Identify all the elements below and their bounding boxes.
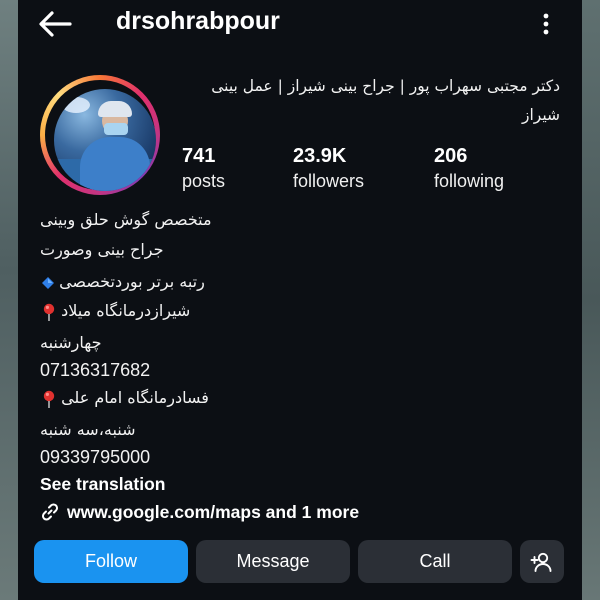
background-left bbox=[0, 0, 18, 600]
bio-phone-2[interactable]: 09339795000 bbox=[40, 447, 150, 468]
posts-label: posts bbox=[182, 171, 226, 191]
following-count: 206 bbox=[434, 145, 468, 167]
add-user-icon bbox=[530, 552, 552, 572]
profile-name-line-1: دکتر مجتبی سهراب پور | جراح بینی شیراز |… bbox=[211, 77, 560, 95]
bio-line: چهارشنبه bbox=[40, 333, 102, 352]
bio-line: فسادرمانگاه امام علی bbox=[61, 388, 209, 407]
followers-label: followers bbox=[293, 171, 365, 191]
link-icon bbox=[41, 503, 59, 521]
bio-line: متخصص گوش حلق وبینی bbox=[40, 210, 212, 229]
background-right bbox=[582, 0, 600, 600]
bio-line: شیرازدرمانگاه میلاد bbox=[61, 301, 191, 320]
followers-count: 23.9K bbox=[293, 145, 347, 167]
pin-icon bbox=[43, 390, 55, 408]
back-arrow-icon[interactable] bbox=[38, 10, 72, 38]
stat-posts[interactable]: 741 posts bbox=[182, 145, 225, 192]
avatar bbox=[54, 89, 156, 191]
bio-phone-1[interactable]: 07136317682 bbox=[40, 360, 150, 381]
bio-line: شنبه،سه شنبه bbox=[40, 420, 136, 439]
username: drsohrabpour bbox=[116, 7, 280, 35]
bio-line: جراح بینی وصورت bbox=[40, 240, 164, 259]
message-button[interactable]: Message bbox=[196, 540, 350, 583]
top-bar: drsohrabpour bbox=[18, 0, 582, 48]
pin-icon bbox=[43, 303, 55, 321]
following-label: following bbox=[434, 171, 505, 191]
bio-link-text: www.google.com/maps and 1 more bbox=[67, 501, 360, 522]
stat-followers[interactable]: 23.9K followers bbox=[293, 145, 364, 192]
diamond-icon bbox=[42, 276, 54, 289]
posts-count: 741 bbox=[182, 145, 216, 167]
bio-line: رتبه برتر بوردتخصصی bbox=[59, 272, 205, 291]
add-user-button[interactable] bbox=[520, 540, 564, 583]
follow-button[interactable]: Follow bbox=[34, 540, 188, 583]
more-vertical-icon[interactable] bbox=[540, 12, 552, 36]
bio-line-with-pin: فسادرمانگاه امام علی bbox=[40, 388, 209, 408]
bio-line-with-diamond: رتبه برتر بوردتخصصی bbox=[40, 272, 205, 291]
see-translation-link[interactable]: See translation bbox=[40, 474, 165, 495]
call-button[interactable]: Call bbox=[358, 540, 512, 583]
stat-following[interactable]: 206 following bbox=[434, 145, 504, 192]
bio-link[interactable]: www.google.com/maps and 1 more bbox=[40, 500, 359, 524]
profile-name-line-2: شیراز bbox=[521, 106, 560, 124]
profile-panel: drsohrabpour دکتر مجتبی سهراب پور | جراح… bbox=[18, 0, 582, 600]
bio-line-with-pin: شیرازدرمانگاه میلاد bbox=[40, 301, 190, 321]
story-ring[interactable] bbox=[40, 75, 160, 195]
